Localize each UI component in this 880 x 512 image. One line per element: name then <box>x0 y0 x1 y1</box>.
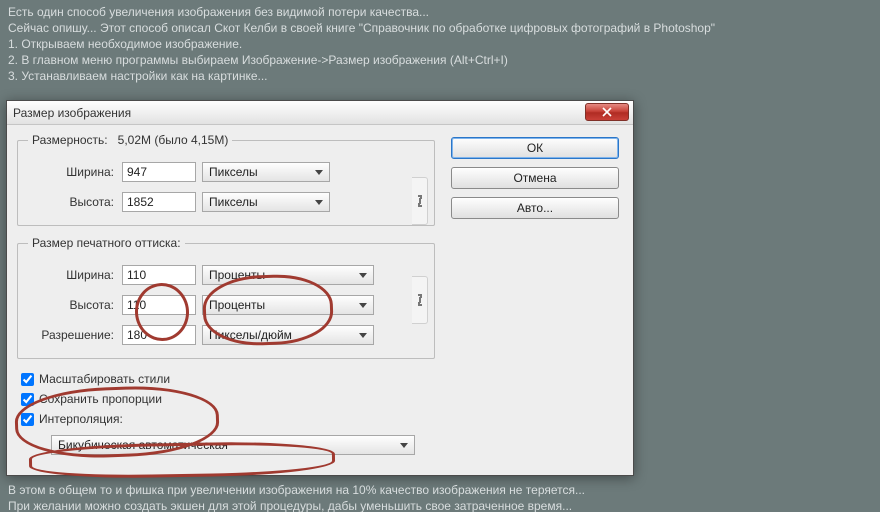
resample-checkbox[interactable] <box>21 413 34 426</box>
options-checks: Масштабировать стили Сохранить пропорции… <box>21 369 623 429</box>
doc-width-label: Ширина: <box>28 268 114 282</box>
doc-height-input[interactable] <box>122 295 196 315</box>
image-size-dialog: Размер изображения Размерность: 5,02M (б… <box>6 100 634 476</box>
height-label: Высота: <box>28 195 114 209</box>
cancel-button[interactable]: Отмена <box>451 167 619 189</box>
text-line: Сейчас опишу... Этот способ описал Скот … <box>8 20 872 36</box>
document-size-group: Размер печатного оттиска: Ширина: Процен… <box>17 236 435 359</box>
pixel-dimensions-group: Размерность: 5,02M (было 4,15M) Ширина: … <box>17 133 435 226</box>
resolution-unit-select[interactable]: Пикселы/дюйм <box>202 325 374 345</box>
text-line: 3. Устанавливаем настройки как на картин… <box>8 68 872 84</box>
width-label: Ширина: <box>28 165 114 179</box>
doc-width-unit-select[interactable]: Проценты <box>202 265 374 285</box>
resample-label: Интерполяция: <box>39 412 123 426</box>
pixel-width-input[interactable] <box>122 162 196 182</box>
link-icon <box>412 177 428 225</box>
text-line: 2. В главном меню программы выбираем Изо… <box>8 52 872 68</box>
dialog-buttons: ОК Отмена Авто... <box>451 137 619 219</box>
scale-styles-label: Масштабировать стили <box>39 372 170 386</box>
resolution-label: Разрешение: <box>28 328 114 342</box>
interpolation-select[interactable]: Бикубическая автоматическая <box>51 435 415 455</box>
auto-button[interactable]: Авто... <box>451 197 619 219</box>
constrain-proportions-checkbox[interactable] <box>21 393 34 406</box>
constrain-label: Сохранить пропорции <box>39 392 162 406</box>
group-legend: Размер печатного оттиска: <box>28 236 185 250</box>
file-size-summary: 5,02M (было 4,15M) <box>118 133 229 147</box>
doc-height-unit-select[interactable]: Проценты <box>202 295 374 315</box>
pixel-height-input[interactable] <box>122 192 196 212</box>
pixel-height-unit-select[interactable]: Пикселы <box>202 192 330 212</box>
pixel-width-unit-select[interactable]: Пикселы <box>202 162 330 182</box>
dialog-title: Размер изображения <box>13 106 131 120</box>
text-line: Есть один способ увеличения изображения … <box>8 4 872 20</box>
doc-height-label: Высота: <box>28 298 114 312</box>
link-icon <box>412 276 428 324</box>
resolution-input[interactable] <box>122 325 196 345</box>
text-line: В этом в общем то и фишка при увеличении… <box>8 482 585 498</box>
ok-button[interactable]: ОК <box>451 137 619 159</box>
article-text-bottom: В этом в общем то и фишка при увеличении… <box>0 478 593 512</box>
group-legend: Размерность: 5,02M (было 4,15M) <box>28 133 232 147</box>
scale-styles-checkbox[interactable] <box>21 373 34 386</box>
titlebar: Размер изображения <box>7 101 633 125</box>
close-button[interactable] <box>585 103 629 121</box>
close-icon <box>602 107 612 117</box>
article-text: Есть один способ увеличения изображения … <box>0 0 880 88</box>
text-line: При желании можно создать экшен для этой… <box>8 498 585 512</box>
doc-width-input[interactable] <box>122 265 196 285</box>
text-line: 1. Открываем необходимое изображение. <box>8 36 872 52</box>
